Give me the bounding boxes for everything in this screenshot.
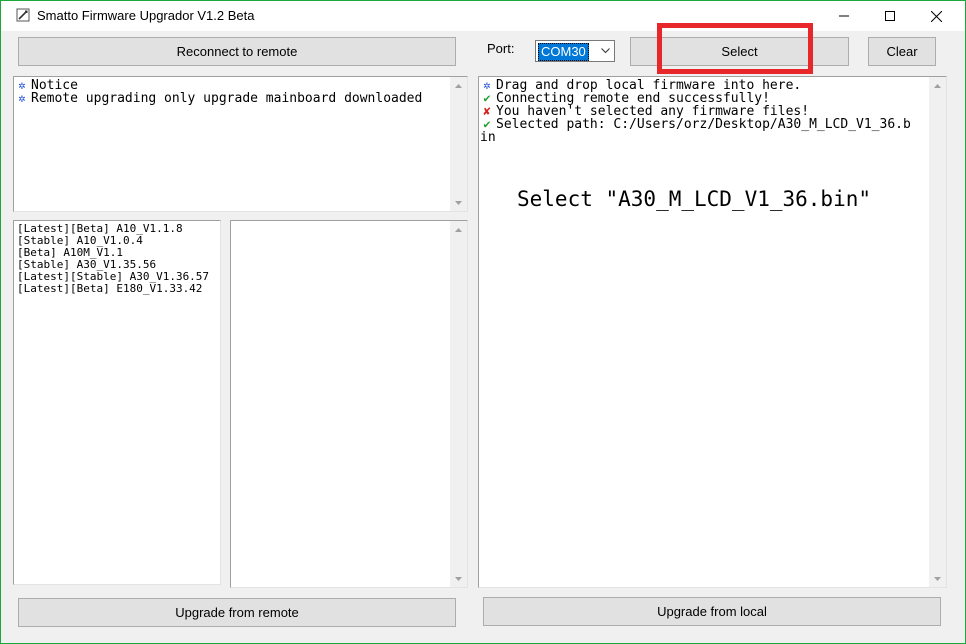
local-log-line: ✔ Selected path: C:/Users/orz/Desktop/A30… — [480, 118, 910, 132]
scroll-up-icon[interactable] — [450, 221, 467, 238]
scroll-up-icon[interactable] — [450, 77, 467, 94]
scroll-down-icon[interactable] — [450, 194, 467, 211]
port-select[interactable]: COM30 — [535, 40, 615, 62]
notice-log-line: ✲ Remote upgrading only upgrade mainboard… — [15, 91, 422, 106]
select-highlight-box — [657, 23, 813, 74]
select-annotation: Select "A30_M_LCD_V1_36.bin" — [517, 187, 872, 211]
firmware-detail-scrollbar[interactable] — [450, 221, 467, 587]
gear-icon: ✲ — [18, 91, 26, 105]
close-button[interactable] — [913, 1, 959, 31]
port-select-value: COM30 — [538, 43, 589, 61]
local-log-panel[interactable]: ✲ Drag and drop local firmware into here.… — [478, 76, 947, 588]
scroll-up-icon[interactable] — [929, 77, 946, 94]
firmware-list[interactable]: [Latest][Beta] A10_V1.1.8 [Stable] A10_V… — [13, 220, 221, 585]
minimize-icon — [839, 15, 849, 17]
list-item[interactable]: [Latest][Beta] E180_V1.33.42 — [17, 283, 209, 295]
notice-log-lines: ✲ Notice ✲ Remote upgrading only upgrade m… — [15, 79, 422, 106]
upgrade-from-local-button[interactable]: Upgrade from local — [483, 597, 941, 626]
chevron-down-icon — [597, 42, 613, 60]
scroll-down-icon[interactable] — [450, 570, 467, 587]
clear-button[interactable]: Clear — [868, 37, 936, 66]
port-label: Port: — [487, 41, 515, 56]
scroll-down-icon[interactable] — [929, 570, 946, 587]
window-title: Smatto Firmware Upgrador V1.2 Beta — [37, 8, 255, 23]
local-log-lines: ✲ Drag and drop local firmware into here.… — [480, 79, 911, 145]
maximize-button[interactable] — [867, 1, 913, 31]
app-window: Smatto Firmware Upgrador V1.2 Beta Recon… — [0, 0, 966, 644]
minimize-button[interactable] — [821, 1, 867, 31]
local-log-scrollbar[interactable] — [929, 77, 946, 587]
upgrade-from-remote-button[interactable]: Upgrade from remote — [18, 598, 456, 627]
title-bar: Smatto Firmware Upgrador V1.2 Beta — [1, 1, 965, 31]
app-icon — [16, 8, 30, 22]
local-log-line: in — [480, 130, 496, 145]
close-icon — [930, 10, 942, 22]
firmware-detail-panel[interactable] — [230, 220, 468, 588]
maximize-icon — [885, 11, 895, 21]
reconnect-button[interactable]: Reconnect to remote — [18, 37, 456, 66]
notice-log-scrollbar[interactable] — [450, 77, 467, 211]
notice-log-panel[interactable]: ✲ Notice ✲ Remote upgrading only upgrade m… — [13, 76, 468, 212]
